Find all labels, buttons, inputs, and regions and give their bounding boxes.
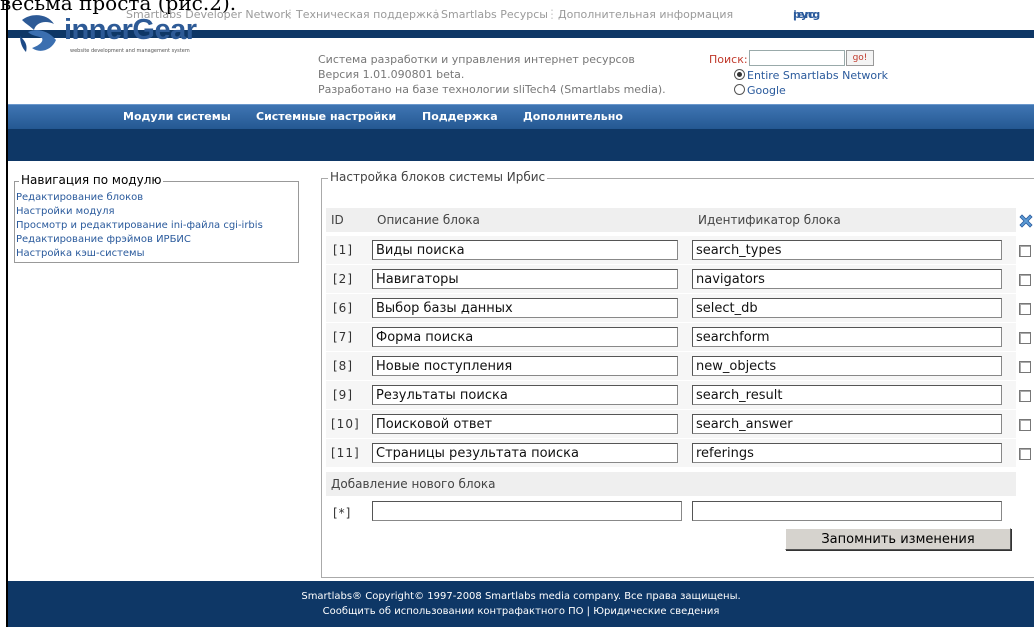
top-link-separator: ⋮ (546, 7, 558, 21)
block-identifier-input[interactable] (692, 385, 1002, 405)
block-description-input[interactable] (372, 356, 678, 376)
row-id: [6] (333, 301, 353, 315)
language-switcher: рус | eng (793, 8, 820, 21)
system-info-credits: Разработано на базе технологии sliTech4 … (318, 83, 666, 96)
block-description-input[interactable] (372, 240, 678, 260)
row-id: [10] (331, 417, 360, 431)
menu-item-system-settings[interactable]: Системные настройки (256, 110, 396, 123)
delete-row-checkbox[interactable] (1019, 245, 1031, 257)
column-header-description: Описание блока (377, 213, 480, 227)
system-info-version: Версия 1.01.090801 beta. (318, 68, 465, 81)
row-id: [7] (333, 330, 353, 344)
logo-wordmark: innerGear (64, 14, 197, 46)
column-header-identifier: Идентификатор блока (698, 213, 841, 227)
row-id: [11] (331, 446, 360, 460)
lang-en-link[interactable]: eng (797, 8, 820, 21)
row-id: [8] (333, 359, 353, 373)
menu-item-support[interactable]: Поддержка (422, 110, 498, 123)
delete-row-checkbox[interactable] (1019, 390, 1031, 402)
delete-cross-icon[interactable] (1018, 213, 1034, 229)
delete-row-checkbox[interactable] (1019, 274, 1031, 286)
radio-google-label: Google (747, 84, 786, 97)
module-navigation: Навигация по модулю Редактирование блоко… (14, 173, 299, 263)
system-info-line: Система разработки и управления интернет… (318, 53, 635, 66)
radio-network-label: Entire Smartlabs Network (747, 69, 889, 82)
row-id: [2] (333, 272, 353, 286)
new-block-identifier-input[interactable] (692, 501, 1002, 521)
block-description-input[interactable] (372, 414, 678, 434)
top-link-resources[interactable]: Smartlabs Ресурсы (441, 8, 548, 21)
delete-row-checkbox[interactable] (1019, 419, 1031, 431)
top-link-additional-info[interactable]: Дополнительная информация (558, 8, 733, 21)
block-description-input[interactable] (372, 443, 678, 463)
row-id: [9] (333, 388, 353, 402)
block-identifier-input[interactable] (692, 414, 1002, 434)
innergear-logo[interactable]: innerGear website development and manage… (18, 10, 208, 56)
system-info: Система разработки и управления интернет… (318, 52, 666, 97)
delete-row-checkbox[interactable] (1019, 332, 1031, 344)
block-identifier-input[interactable] (692, 443, 1002, 463)
delete-row-checkbox[interactable] (1019, 361, 1031, 373)
top-link-support[interactable]: Техническая поддержка (296, 8, 439, 21)
top-link-separator: ⋮ (284, 7, 296, 21)
footer-legal-links[interactable]: Сообщить об использовании контрафактного… (8, 606, 1034, 617)
save-changes-button[interactable]: Запомнить изменения (785, 528, 1011, 550)
add-block-title: Добавление нового блока (331, 477, 496, 491)
block-identifier-input[interactable] (692, 327, 1002, 347)
block-description-input[interactable] (372, 385, 678, 405)
nav-link-edit-blocks[interactable]: Редактирование блоков (16, 191, 263, 205)
search-label: Поиск: (709, 53, 748, 66)
block-identifier-input[interactable] (692, 356, 1002, 376)
radio-dot-icon (734, 84, 745, 95)
column-header-id: ID (331, 213, 344, 227)
nav-link-ini-file[interactable]: Просмотр и редактирование ini-файла cgi-… (16, 219, 263, 233)
block-identifier-input[interactable] (692, 240, 1002, 260)
menu-item-modules[interactable]: Модули системы (123, 110, 231, 123)
radio-entire-network[interactable]: Entire Smartlabs Network (734, 69, 888, 82)
block-description-input[interactable] (372, 298, 678, 318)
radio-dot-icon (734, 69, 745, 80)
nav-link-module-settings[interactable]: Настройки модуля (16, 205, 263, 219)
header-dark-band (8, 129, 1034, 161)
logo-tagline: website development and management syste… (70, 48, 190, 54)
new-row-id: [*] (333, 506, 352, 520)
menu-item-additional[interactable]: Дополнительно (523, 110, 623, 123)
radio-google[interactable]: Google (734, 84, 786, 97)
new-block-description-input[interactable] (372, 501, 682, 521)
nav-link-cache-settings[interactable]: Настройка кэш-системы (16, 247, 263, 261)
block-identifier-input[interactable] (692, 269, 1002, 289)
row-id: [1] (333, 243, 353, 257)
footer-copyright: Smartlabs® Copyright© 1997-2008 Smartlab… (301, 591, 741, 602)
block-description-input[interactable] (372, 269, 678, 289)
nav-link-irbis-frames[interactable]: Редактирование фрэймов ИРБИС (16, 233, 263, 247)
add-block-header: Добавление нового блока (326, 472, 1016, 496)
block-identifier-input[interactable] (692, 298, 1002, 318)
innergear-logo-icon (20, 15, 56, 52)
search-input[interactable] (749, 50, 845, 66)
table-header: ID Описание блока Идентификатор блока (326, 208, 1016, 232)
module-navigation-title: Навигация по модулю (19, 173, 164, 187)
panel-title: Настройка блоков системы Ирбис (328, 170, 548, 184)
site-footer: Smartlabs® Copyright© 1997-2008 Smartlab… (8, 581, 1034, 627)
module-navigation-list: Редактирование блоков Настройки модуля П… (16, 191, 263, 261)
search-go-button[interactable]: go! (846, 50, 874, 66)
delete-row-checkbox[interactable] (1019, 448, 1031, 460)
block-description-input[interactable] (372, 327, 678, 347)
main-menu: Модули системы Системные настройки Подде… (8, 104, 1034, 129)
delete-row-checkbox[interactable] (1019, 303, 1031, 315)
